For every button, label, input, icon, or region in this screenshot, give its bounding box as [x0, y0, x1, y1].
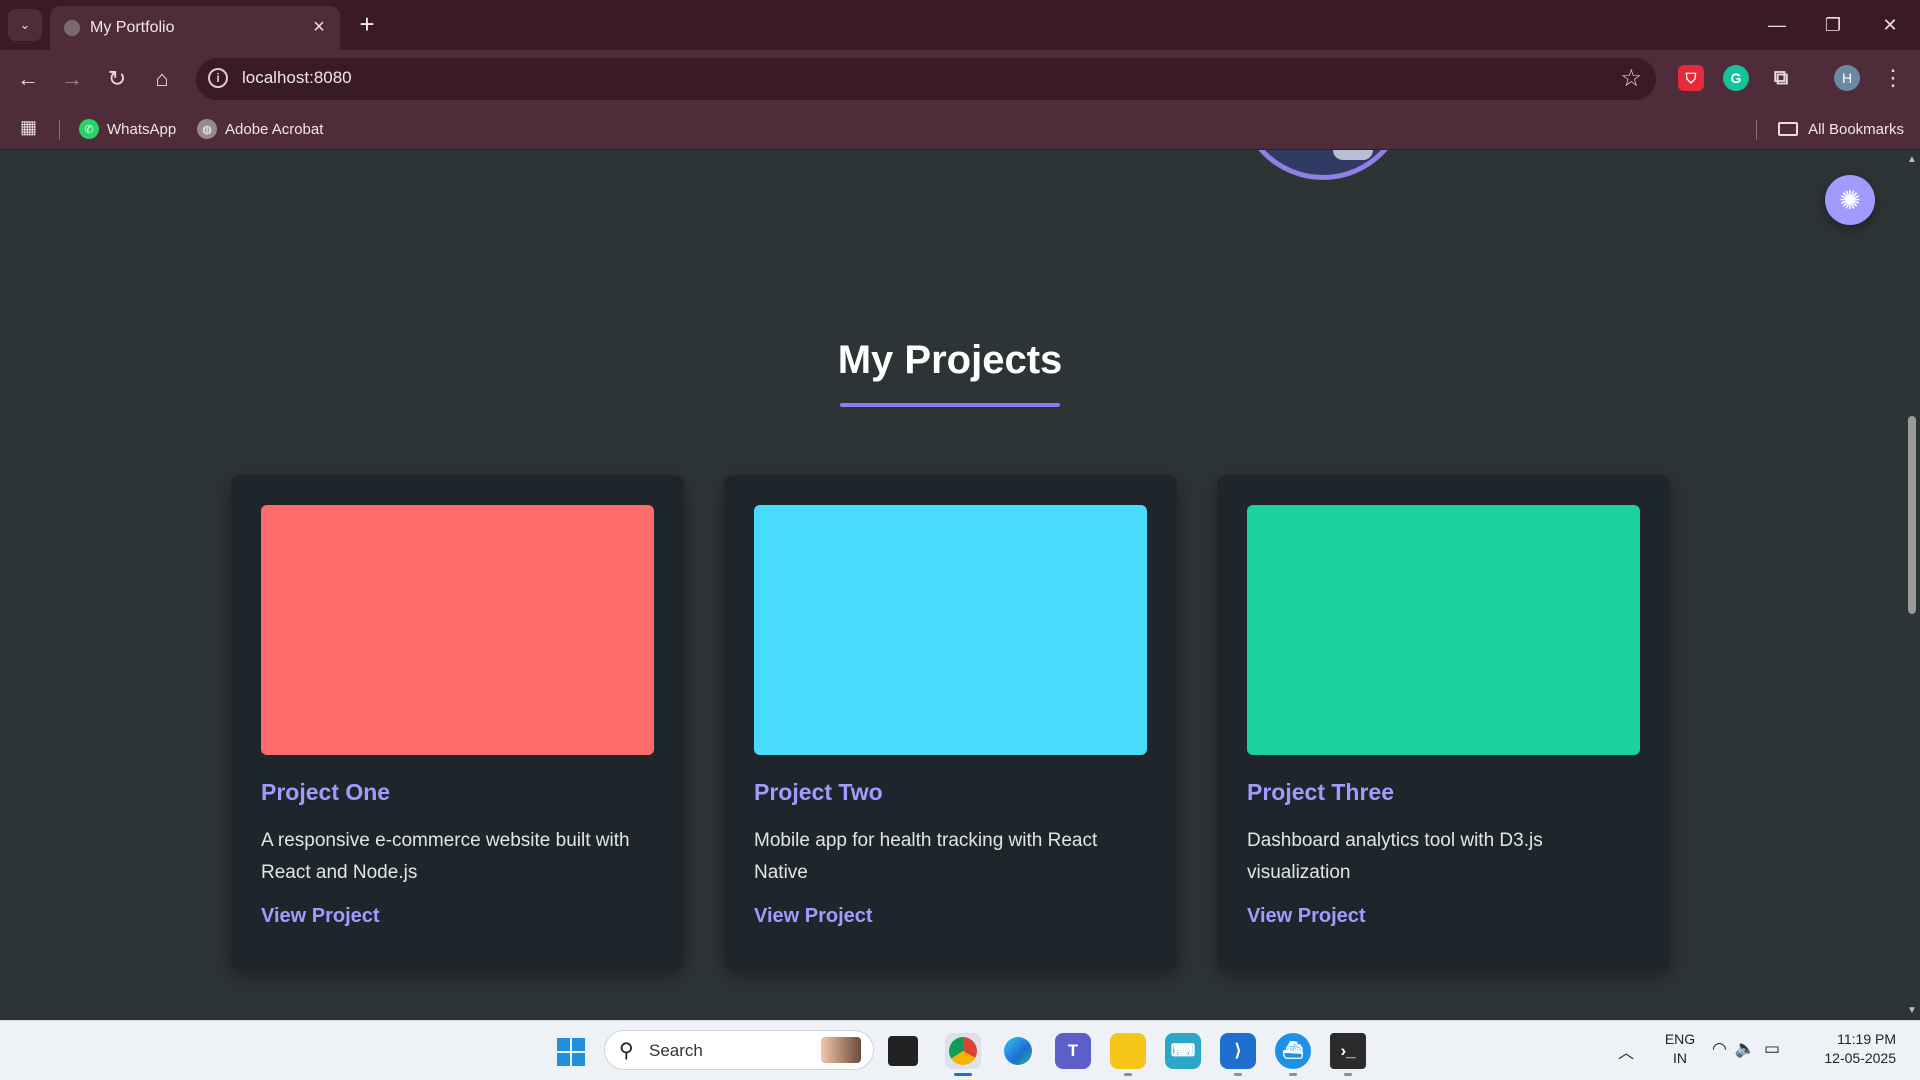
grammarly-extension-icon[interactable]: G [1723, 65, 1749, 91]
scroll-down-arrow-icon[interactable]: ▼ [1907, 1005, 1917, 1016]
page-favicon-icon [64, 20, 80, 36]
scroll-up-arrow-icon[interactable]: ▲ [1907, 154, 1917, 165]
globe-icon: ◍ [197, 119, 217, 139]
bookmark-label: WhatsApp [107, 120, 177, 138]
terminal-icon[interactable]: ›_ [1330, 1033, 1366, 1069]
clock-date: 12-05-2025 [1824, 1050, 1896, 1066]
project-card: Project One A responsive e-commerce webs… [231, 475, 684, 970]
search-placeholder: Search [649, 1041, 703, 1060]
bookmark-adobe-acrobat[interactable]: ◍ Adobe Acrobat [197, 116, 323, 142]
new-tab-button[interactable]: + [352, 10, 382, 40]
whatsapp-icon: ✆ [79, 119, 99, 139]
bookmark-label: Adobe Acrobat [225, 120, 324, 138]
tab-title: My Portfolio [90, 19, 175, 36]
chrome-icon[interactable] [945, 1033, 981, 1069]
restore-button[interactable]: ❐ [1813, 10, 1853, 40]
browser-menu-icon[interactable]: ⋮ [1882, 62, 1904, 94]
view-project-link[interactable]: View Project [754, 905, 873, 928]
taskbar-search-box[interactable]: ⚲ Search [604, 1030, 874, 1070]
project-thumbnail [754, 505, 1147, 755]
reload-button[interactable]: ↻ [101, 63, 133, 95]
tab-search-button[interactable]: ⌄ [8, 9, 42, 41]
bookmark-whatsapp[interactable]: ✆ WhatsApp [79, 116, 176, 142]
folder-icon [1778, 122, 1799, 136]
teams-icon[interactable]: T [1055, 1033, 1091, 1069]
windows-start-icon[interactable] [557, 1038, 585, 1066]
all-bookmarks-label: All Bookmarks [1808, 120, 1904, 138]
docker-icon[interactable]: ⛴ [1275, 1033, 1311, 1069]
project-thumbnail [1247, 505, 1640, 755]
tab-my-portfolio[interactable]: My Portfolio × [50, 6, 340, 50]
file-explorer-icon[interactable] [1110, 1033, 1146, 1069]
keyboard-app-icon[interactable]: ⌨ [1165, 1033, 1201, 1069]
system-tray-icons[interactable]: ◠🔈▭ [1712, 1039, 1788, 1059]
page-viewport: ✺ My Projects Project One A responsive e… [0, 150, 1904, 1020]
url-text: localhost:8080 [242, 68, 352, 87]
bookmarks-divider [59, 120, 60, 140]
project-thumbnail [261, 505, 654, 755]
back-button[interactable]: ← [12, 63, 44, 95]
title-underline [840, 403, 1060, 407]
close-tab-icon[interactable]: × [308, 16, 330, 38]
project-title: Project Three [1247, 779, 1394, 805]
profile-photo [1238, 150, 1408, 180]
windows-taskbar: ⚲ Search T ⌨ ⟩ ⛴ ›_ ︿ ENG IN ◠🔈▭ 11:19 P… [0, 1020, 1920, 1080]
project-card: Project Three Dashboard analytics tool w… [1217, 475, 1670, 970]
view-project-link[interactable]: View Project [1247, 905, 1366, 928]
forward-button[interactable]: → [56, 63, 88, 95]
region-code: IN [1673, 1050, 1687, 1066]
scrollbar-thumb[interactable] [1908, 416, 1916, 614]
browser-toolbar: ← → ↻ ⌂ i localhost:8080 ☆ ⛉ G ⧉ H ⋮ [0, 50, 1920, 108]
minimize-button[interactable]: — [1757, 10, 1797, 40]
bookmarks-bar: ▦ ✆ WhatsApp ◍ Adobe Acrobat All Bookmar… [0, 108, 1920, 150]
wifi-icon: ◠ [1712, 1039, 1735, 1058]
profile-avatar[interactable]: H [1834, 65, 1860, 91]
apps-grid-icon[interactable]: ▦ [20, 117, 37, 138]
pocket-extension-icon[interactable]: ⛉ [1678, 65, 1704, 91]
theme-toggle-button[interactable]: ✺ [1825, 175, 1875, 225]
input-language-indicator[interactable]: ENG IN [1660, 1030, 1700, 1068]
search-highlight-image [821, 1037, 861, 1063]
project-description: A responsive e-commerce website built wi… [261, 830, 630, 883]
battery-icon: ▭ [1764, 1039, 1789, 1058]
show-hidden-icons-chevron-icon[interactable]: ︿ [1618, 1039, 1634, 1063]
project-description: Dashboard analytics tool with D3.js visu… [1247, 830, 1543, 883]
project-title: Project Two [754, 779, 883, 805]
taskbar-clock[interactable]: 11:19 PM 12-05-2025 [1824, 1030, 1896, 1068]
address-bar[interactable]: i localhost:8080 ☆ [196, 58, 1656, 100]
search-icon: ⚲ [619, 1040, 634, 1062]
language-code: ENG [1664, 1031, 1696, 1047]
chevron-down-icon: ⌄ [19, 17, 31, 32]
volume-icon: 🔈 [1734, 1039, 1765, 1058]
vscode-icon[interactable]: ⟩ [1220, 1033, 1256, 1069]
sun-icon: ✺ [1839, 184, 1861, 215]
task-view-icon[interactable] [888, 1036, 918, 1066]
site-info-icon[interactable]: i [208, 68, 228, 88]
all-bookmarks-button[interactable]: All Bookmarks [1778, 116, 1904, 142]
extensions-puzzle-icon[interactable]: ⧉ [1768, 65, 1794, 91]
bookmarks-divider [1756, 120, 1757, 140]
home-button[interactable]: ⌂ [146, 63, 178, 95]
clock-time: 11:19 PM [1837, 1031, 1896, 1047]
edge-icon[interactable] [1000, 1033, 1036, 1069]
bookmark-star-icon[interactable]: ☆ [1620, 64, 1642, 93]
close-window-button[interactable]: ✕ [1870, 10, 1910, 40]
project-card: Project Two Mobile app for health tracki… [724, 475, 1177, 970]
project-description: Mobile app for health tracking with Reac… [754, 830, 1098, 883]
view-project-link[interactable]: View Project [261, 905, 380, 928]
section-title: My Projects [837, 338, 1063, 382]
tab-strip: ⌄ My Portfolio × + — ❐ ✕ [0, 0, 1920, 50]
project-title: Project One [261, 779, 391, 805]
page-scrollbar[interactable]: ▲ ▼ [1904, 150, 1920, 1020]
